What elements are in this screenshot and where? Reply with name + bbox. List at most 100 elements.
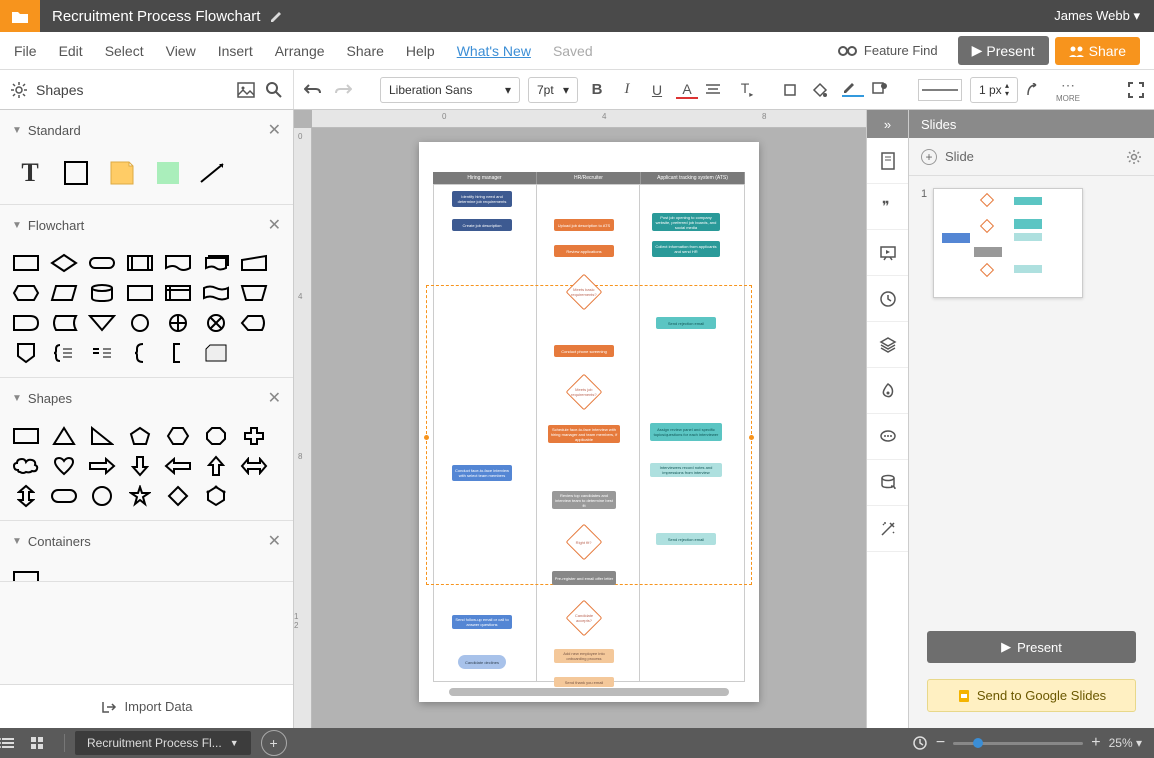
- flowchart-node[interactable]: Review applications: [554, 245, 614, 257]
- menu-select[interactable]: Select: [105, 43, 144, 59]
- polygon-shape[interactable]: [200, 484, 232, 508]
- manual-op-shape[interactable]: [238, 281, 270, 305]
- card-shape[interactable]: [200, 341, 232, 365]
- menu-share[interactable]: Share: [347, 43, 384, 59]
- bracket-shape[interactable]: [162, 341, 194, 365]
- menu-file[interactable]: File: [14, 43, 37, 59]
- zoom-out-button[interactable]: −: [936, 734, 945, 752]
- horizontal-scrollbar[interactable]: [449, 688, 729, 696]
- presentation-icon[interactable]: [867, 230, 908, 276]
- history-icon[interactable]: [867, 276, 908, 322]
- magic-icon[interactable]: [867, 506, 908, 552]
- panel-containers-header[interactable]: ▼Containers✕: [0, 521, 293, 561]
- present-button[interactable]: ▶ Present: [958, 36, 1049, 65]
- flowchart-node[interactable]: Schedule face-to-face interview with hir…: [548, 425, 620, 443]
- app-logo[interactable]: [0, 0, 40, 32]
- arrow-left-shape[interactable]: [162, 454, 194, 478]
- menu-insert[interactable]: Insert: [218, 43, 253, 59]
- document-shape[interactable]: [162, 251, 194, 275]
- cross-shape[interactable]: [238, 424, 270, 448]
- or-shape[interactable]: [162, 311, 194, 335]
- brace-shape[interactable]: [124, 341, 156, 365]
- offpage-shape[interactable]: [10, 341, 42, 365]
- more-button[interactable]: ⋯MORE: [1056, 77, 1080, 103]
- brace-note-shape[interactable]: [48, 341, 80, 365]
- display-shape[interactable]: [238, 311, 270, 335]
- gear-icon[interactable]: [1126, 149, 1142, 165]
- close-icon[interactable]: ✕: [268, 215, 281, 235]
- layers-icon[interactable]: [867, 322, 908, 368]
- block-shape[interactable]: [60, 158, 92, 188]
- internal-storage-shape[interactable]: [162, 281, 194, 305]
- hotspot-shape[interactable]: [152, 158, 184, 188]
- arrow-down-shape[interactable]: [124, 454, 156, 478]
- terminator-shape[interactable]: [86, 251, 118, 275]
- slide-thumbnail[interactable]: [933, 188, 1083, 298]
- process-shape[interactable]: [10, 251, 42, 275]
- italic-icon[interactable]: I: [616, 81, 638, 98]
- arrow-ud-shape[interactable]: [10, 484, 42, 508]
- canvas-area[interactable]: 0 4 8 0 4 8 12 Hiring manager HR/Recruit…: [294, 110, 866, 728]
- edit-title-icon[interactable]: [270, 10, 283, 23]
- close-icon[interactable]: ✕: [268, 120, 281, 140]
- theme-icon[interactable]: [867, 368, 908, 414]
- zoom-slider[interactable]: [953, 742, 1083, 745]
- multidoc-shape[interactable]: [200, 251, 232, 275]
- page-tab[interactable]: Recruitment Process Fl...▼: [75, 731, 251, 755]
- shape-options-icon[interactable]: [872, 82, 894, 98]
- feature-find[interactable]: Feature Find: [838, 43, 938, 58]
- note-shape-2[interactable]: [86, 341, 118, 365]
- user-menu[interactable]: James Webb ▾: [1040, 8, 1154, 24]
- line-options-icon[interactable]: [1026, 83, 1048, 97]
- flowchart-node[interactable]: Create job description: [452, 219, 512, 231]
- star-shape[interactable]: [124, 484, 156, 508]
- flowchart-node[interactable]: Candidate declines: [458, 655, 506, 669]
- predefined-shape[interactable]: [124, 251, 156, 275]
- hexagon-shape[interactable]: [162, 424, 194, 448]
- flowchart-node[interactable]: Assign review panel and specific topics/…: [650, 423, 722, 441]
- close-icon[interactable]: ✕: [268, 388, 281, 408]
- note-shape[interactable]: [106, 158, 138, 188]
- flowchart-node[interactable]: Upload job description to ATS: [554, 219, 614, 231]
- stored-data-shape[interactable]: [48, 311, 80, 335]
- paper-tape-shape[interactable]: [200, 281, 232, 305]
- text-color-icon[interactable]: A: [676, 81, 698, 99]
- pentagon-shape[interactable]: [124, 424, 156, 448]
- flowchart-node[interactable]: Review top candidates and interview team…: [552, 491, 616, 509]
- chat-icon[interactable]: [867, 414, 908, 460]
- border-color-icon[interactable]: [842, 83, 864, 97]
- right-triangle-shape[interactable]: [86, 424, 118, 448]
- panel-shapes-header[interactable]: ▼Shapes✕: [0, 378, 293, 418]
- diamond-shape[interactable]: [162, 484, 194, 508]
- search-icon[interactable]: [265, 81, 283, 99]
- manual-input-shape[interactable]: [238, 251, 270, 275]
- zoom-in-button[interactable]: +: [1091, 734, 1100, 752]
- page[interactable]: Hiring manager HR/Recruiter Applicant tr…: [419, 142, 759, 702]
- close-icon[interactable]: ✕: [268, 531, 281, 551]
- container-shape[interactable]: [10, 567, 42, 581]
- image-icon[interactable]: [237, 82, 255, 98]
- rectangle-shape[interactable]: [10, 424, 42, 448]
- line-shape[interactable]: [198, 158, 230, 188]
- align-icon[interactable]: [706, 84, 728, 96]
- sync-icon[interactable]: [912, 735, 928, 751]
- arrow-right-shape[interactable]: [86, 454, 118, 478]
- share-button[interactable]: Share: [1055, 37, 1140, 65]
- direct-data-shape[interactable]: [124, 281, 156, 305]
- fullscreen-icon[interactable]: [1128, 82, 1144, 98]
- circle-shape[interactable]: [86, 484, 118, 508]
- swimlane-header[interactable]: Hiring manager HR/Recruiter Applicant tr…: [433, 172, 745, 184]
- collapse-icon[interactable]: »: [867, 110, 908, 138]
- flowchart-node[interactable]: Identify hiring need and determine job r…: [452, 191, 512, 207]
- slides-present-button[interactable]: ▶ Present: [927, 631, 1136, 663]
- add-slide-button[interactable]: + Slide: [909, 138, 1154, 176]
- delay-shape[interactable]: [10, 311, 42, 335]
- panel-flowchart-header[interactable]: ▼Flowchart✕: [0, 205, 293, 245]
- gear-icon[interactable]: [10, 81, 28, 99]
- preparation-shape[interactable]: [10, 281, 42, 305]
- merge-shape[interactable]: [86, 311, 118, 335]
- page-icon[interactable]: [867, 138, 908, 184]
- flowchart-node[interactable]: Add new employee into onboarding process: [554, 649, 614, 663]
- database-shape[interactable]: [86, 281, 118, 305]
- rounded-shape[interactable]: [48, 484, 80, 508]
